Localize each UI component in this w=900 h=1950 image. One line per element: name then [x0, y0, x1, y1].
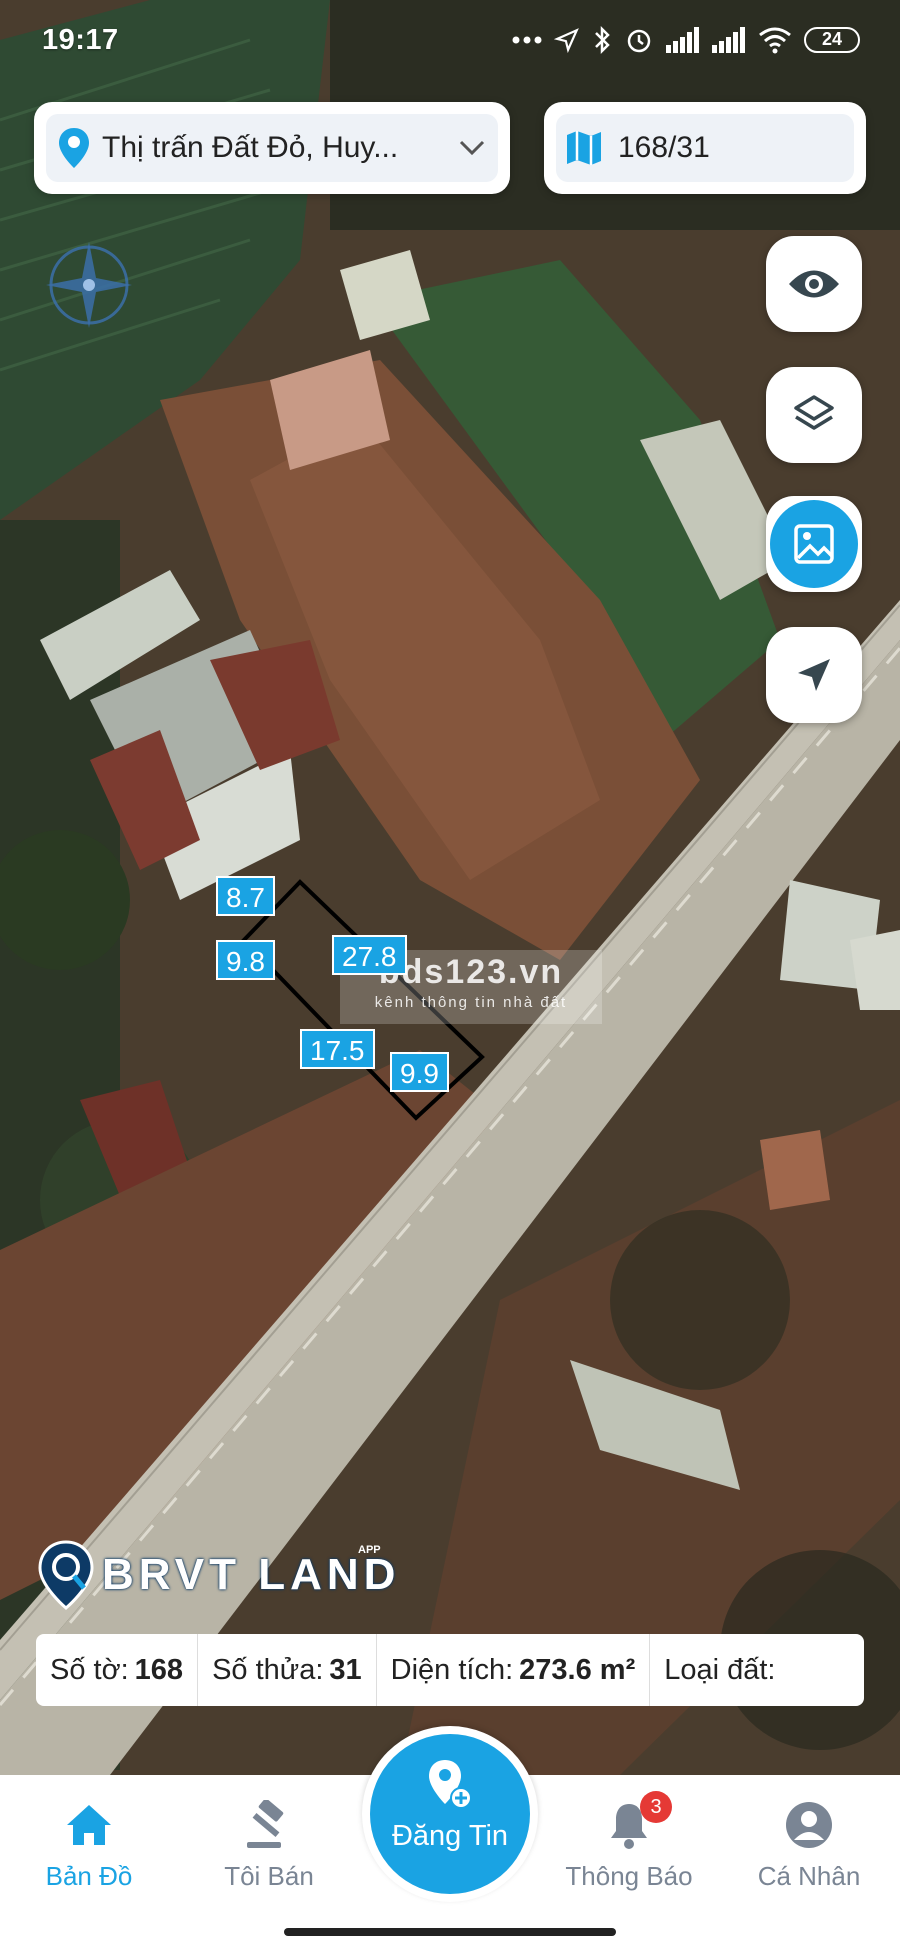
plot-value: 31: [329, 1653, 362, 1686]
land-type-label: Loại đất:: [664, 1653, 776, 1686]
parcel-search-value: 168/31: [618, 131, 710, 164]
map-icon: [556, 129, 612, 167]
signal-icon: [712, 27, 745, 53]
post-listing-label: Đăng Tin: [391, 1820, 509, 1852]
nav-notifications-label: Thông Báo: [565, 1861, 693, 1891]
image-icon: [794, 524, 834, 564]
user-icon: [786, 1802, 832, 1848]
nav-notifications[interactable]: 3 Thông Báo: [544, 1791, 714, 1892]
status-bar: 19:17 24: [0, 0, 900, 80]
dimension-label-top: 8.7: [216, 876, 275, 916]
plot-label: Số thửa:: [212, 1653, 324, 1686]
battery-icon: 24: [804, 27, 860, 53]
gavel-icon: [247, 1800, 284, 1848]
sheet-value: 168: [134, 1653, 184, 1686]
dimension-label-left: 9.8: [216, 940, 275, 980]
compass-icon[interactable]: [40, 236, 138, 334]
status-icons: 24: [512, 22, 860, 58]
plot-number: Số thửa: 31: [198, 1634, 377, 1706]
parcel-info-bar[interactable]: Số tờ: 168 Số thửa: 31 Diện tích: 273.6 …: [36, 1634, 864, 1706]
nav-sell[interactable]: Tôi Bán: [184, 1797, 354, 1892]
location-select[interactable]: Thị trấn Đất Đỏ, Huy...: [34, 102, 510, 194]
alarm-icon: [627, 29, 651, 53]
dimension-label-bottom: 17.5: [300, 1029, 375, 1069]
satellite-view-button[interactable]: [766, 496, 862, 592]
wifi-icon: [759, 27, 791, 54]
home-indicator[interactable]: [284, 1928, 616, 1936]
location-text: Thị trấn Đất Đỏ, Huy...: [102, 131, 399, 164]
dimension-label-right: 9.9: [390, 1052, 449, 1092]
layers-icon: [794, 395, 834, 430]
signal-icon: [666, 27, 699, 53]
location-arrow-icon: [554, 28, 579, 53]
area-value: 273.6 m²: [519, 1653, 636, 1686]
sheet-number: Số tờ: 168: [36, 1634, 199, 1706]
brand-tag: APP: [358, 1544, 381, 1556]
nav-sell-label: Tôi Bán: [224, 1861, 314, 1891]
nav-profile[interactable]: Cá Nhân: [724, 1797, 894, 1892]
bluetooth-icon: [595, 25, 610, 55]
nav-map-label: Bản Đồ: [45, 1861, 133, 1891]
brand-name: BRVT LAND: [102, 1550, 401, 1599]
post-listing-button[interactable]: Đăng Tin: [362, 1726, 538, 1902]
sheet-label: Số tờ:: [50, 1653, 129, 1686]
brand-logo: BRVT LAND APP: [38, 1540, 400, 1610]
nav-profile-label: Cá Nhân: [757, 1861, 861, 1891]
brand-pin-icon: [38, 1540, 94, 1610]
add-location-icon: [429, 1760, 472, 1809]
locate-button[interactable]: [766, 627, 862, 723]
chevron-down-icon[interactable]: [446, 139, 498, 157]
area: Diện tích: 273.6 m²: [377, 1634, 651, 1706]
location-pin-icon: [46, 128, 102, 168]
parcel-search[interactable]: 168/31: [544, 102, 866, 194]
locate-icon: [798, 659, 830, 691]
more-dots-icon: [512, 36, 542, 44]
layers-button[interactable]: [766, 367, 862, 463]
status-time: 19:17: [42, 24, 119, 56]
area-label: Diện tích:: [390, 1653, 514, 1686]
notification-badge: 3: [640, 1791, 672, 1823]
home-icon: [67, 1805, 111, 1845]
watermark-subtitle: kênh thông tin nhà đất: [374, 994, 568, 1011]
nav-map[interactable]: Bản Đồ: [4, 1797, 174, 1892]
eye-icon: [789, 270, 839, 298]
land-type: Loại đất:: [650, 1634, 789, 1706]
dimension-label-long-side: 27.8: [332, 935, 407, 975]
visibility-button[interactable]: [766, 236, 862, 332]
